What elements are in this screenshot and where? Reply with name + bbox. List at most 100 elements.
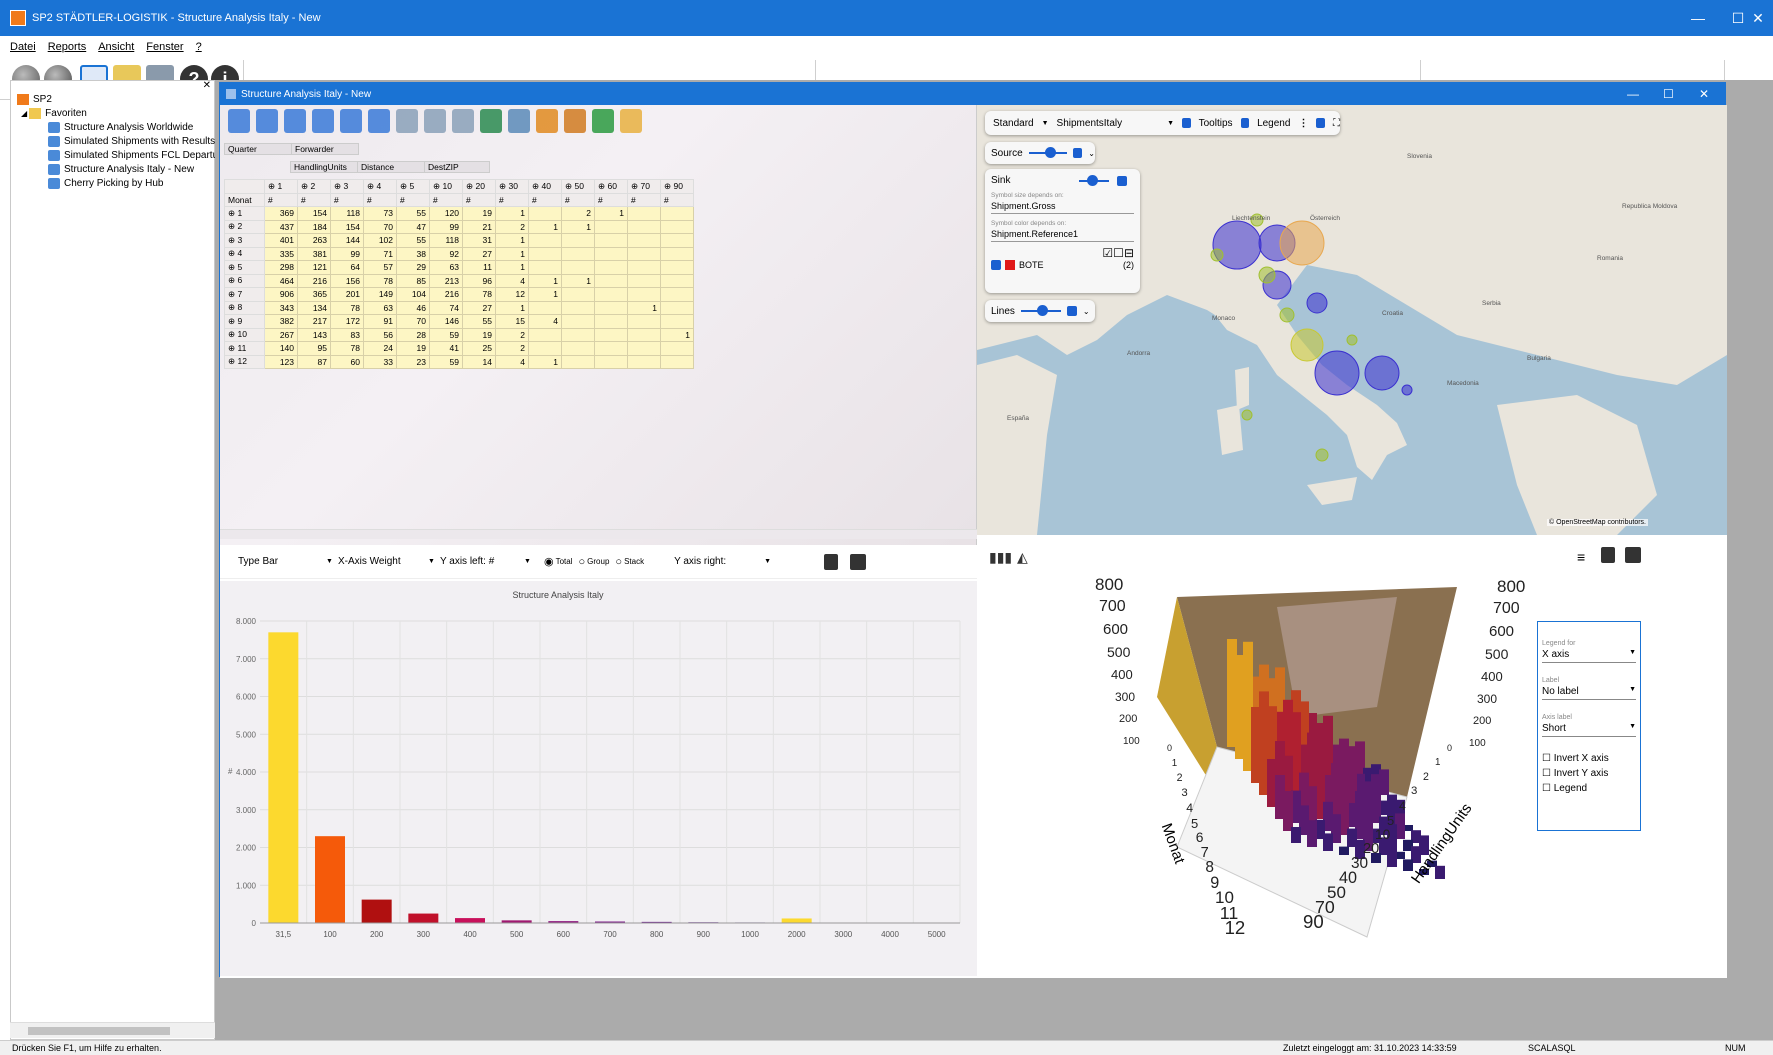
data-cell[interactable] (660, 260, 694, 275)
data-cell[interactable] (594, 246, 628, 261)
data-cell[interactable] (561, 287, 595, 302)
yaxis-left-select[interactable]: Y axis left: # (440, 556, 524, 567)
data-cell[interactable]: 365 (297, 287, 331, 302)
color-select[interactable]: Shipment.Reference1 (991, 227, 1134, 242)
data-cell[interactable]: 96 (462, 273, 496, 288)
data-cell[interactable] (528, 300, 562, 315)
data-cell[interactable]: 55 (396, 233, 430, 248)
legend-for-select[interactable]: X axis ▼ (1542, 647, 1636, 663)
data-cell[interactable] (660, 314, 694, 329)
data-cell[interactable] (561, 354, 595, 369)
data-cell[interactable] (594, 300, 628, 315)
bar-3d[interactable] (1283, 791, 1293, 831)
table-filter-icon[interactable] (424, 109, 446, 133)
data-cell[interactable]: 906 (264, 287, 298, 302)
data-cell[interactable]: 91 (363, 314, 397, 329)
data-cell[interactable] (627, 341, 661, 356)
row-header[interactable]: ⊕ 8 (224, 300, 265, 315)
data-cell[interactable]: 70 (396, 314, 430, 329)
data-cell[interactable] (660, 233, 694, 248)
data-cell[interactable] (660, 246, 694, 261)
data-cell[interactable]: 1 (495, 206, 529, 221)
data-cell[interactable] (627, 206, 661, 221)
chevron-down-icon[interactable]: ⌄ (1083, 307, 1090, 316)
data-cell[interactable]: 143 (297, 327, 331, 342)
col-header[interactable]: ⊕ 40 (528, 179, 562, 194)
data-cell[interactable] (594, 314, 628, 329)
data-cell[interactable] (561, 260, 595, 275)
shipment-bubble[interactable] (1401, 384, 1413, 396)
data-cell[interactable]: 146 (429, 314, 463, 329)
sink-checkbox[interactable] (1117, 175, 1127, 186)
bar-3d[interactable] (1387, 846, 1397, 867)
field-quarter[interactable]: Quarter (225, 144, 292, 154)
data-cell[interactable]: 74 (429, 300, 463, 315)
col-header[interactable]: ⊕ 1 (264, 179, 298, 194)
grid-icon[interactable] (452, 109, 474, 133)
data-cell[interactable]: 19 (396, 341, 430, 356)
bar-chart-icon[interactable] (564, 109, 586, 133)
row-header[interactable]: ⊕ 9 (224, 314, 265, 329)
data-cell[interactable]: 156 (330, 273, 364, 288)
shipment-bubble[interactable] (1258, 266, 1276, 284)
col-header[interactable]: ⊕ 50 (561, 179, 595, 194)
data-cell[interactable]: 4 (528, 314, 562, 329)
data-cell[interactable]: 216 (297, 273, 331, 288)
invert-x-option[interactable]: ☐ Invert X axis (1542, 753, 1636, 764)
data-cell[interactable] (561, 327, 595, 342)
shipment-bubble[interactable] (1279, 220, 1325, 266)
stack-radio[interactable]: ○ (615, 556, 622, 568)
move-right-all-icon[interactable] (340, 109, 362, 133)
source-slider[interactable] (1028, 147, 1067, 158)
data-cell[interactable]: 1 (495, 300, 529, 315)
data-cell[interactable] (528, 246, 562, 261)
col-header[interactable]: ⊕ 90 (660, 179, 694, 194)
data-cell[interactable]: 87 (297, 354, 331, 369)
data-cell[interactable] (528, 327, 562, 342)
data-cell[interactable]: 78 (462, 287, 496, 302)
data-cell[interactable] (594, 273, 628, 288)
data-cell[interactable] (594, 327, 628, 342)
data-cell[interactable]: 2 (495, 219, 529, 234)
row-header[interactable]: ⊕ 2 (224, 219, 265, 234)
data-cell[interactable]: 154 (330, 219, 364, 234)
row-header[interactable]: ⊕ 3 (224, 233, 265, 248)
field-handlingunits[interactable]: HandlingUnits (291, 162, 358, 172)
move-down-icon[interactable] (228, 109, 250, 133)
data-cell[interactable]: 120 (429, 206, 463, 221)
tree-item[interactable]: Structure Analysis Italy - New (48, 162, 194, 176)
data-cell[interactable]: 1 (528, 354, 562, 369)
col-header[interactable]: ⊕ 2 (297, 179, 331, 194)
data-cell[interactable] (528, 206, 562, 221)
data-cell[interactable]: 1 (594, 206, 628, 221)
data-cell[interactable]: 1 (528, 273, 562, 288)
chevron-down-icon[interactable]: ▼ (326, 558, 338, 565)
area-chart-icon[interactable]: ◭ (1017, 549, 1028, 566)
bar[interactable] (361, 899, 392, 923)
image-icon[interactable] (1316, 118, 1325, 128)
bar-3d[interactable] (1435, 865, 1445, 879)
data-cell[interactable] (594, 233, 628, 248)
source-checkbox[interactable] (1072, 148, 1083, 158)
data-cell[interactable]: 63 (429, 260, 463, 275)
tree-item[interactable]: Structure Analysis Worldwide (48, 120, 193, 134)
globe-icon[interactable] (480, 109, 502, 133)
data-cell[interactable]: 73 (363, 206, 397, 221)
bar-chart-icon[interactable]: ▮▮▮ (989, 549, 1012, 566)
data-cell[interactable]: 104 (396, 287, 430, 302)
total-radio[interactable]: ◉ (544, 555, 554, 568)
close-pane-icon[interactable]: ✕ (203, 80, 211, 91)
data-cell[interactable]: 59 (429, 354, 463, 369)
data-cell[interactable]: 83 (330, 327, 364, 342)
shipment-bubble[interactable] (1315, 448, 1329, 462)
tree-item[interactable]: Cherry Picking by Hub (48, 176, 163, 190)
data-cell[interactable]: 382 (264, 314, 298, 329)
shipment-bubble[interactable] (1314, 350, 1360, 396)
legend-checkbox[interactable] (1240, 118, 1250, 128)
data-cell[interactable]: 134 (297, 300, 331, 315)
shipment-bubble[interactable] (1306, 292, 1328, 314)
image-export-icon[interactable] (850, 554, 866, 570)
chevron-down-icon[interactable]: ▼ (428, 558, 440, 565)
data-cell[interactable]: 59 (429, 327, 463, 342)
tree-scrollbar[interactable] (10, 1022, 215, 1038)
